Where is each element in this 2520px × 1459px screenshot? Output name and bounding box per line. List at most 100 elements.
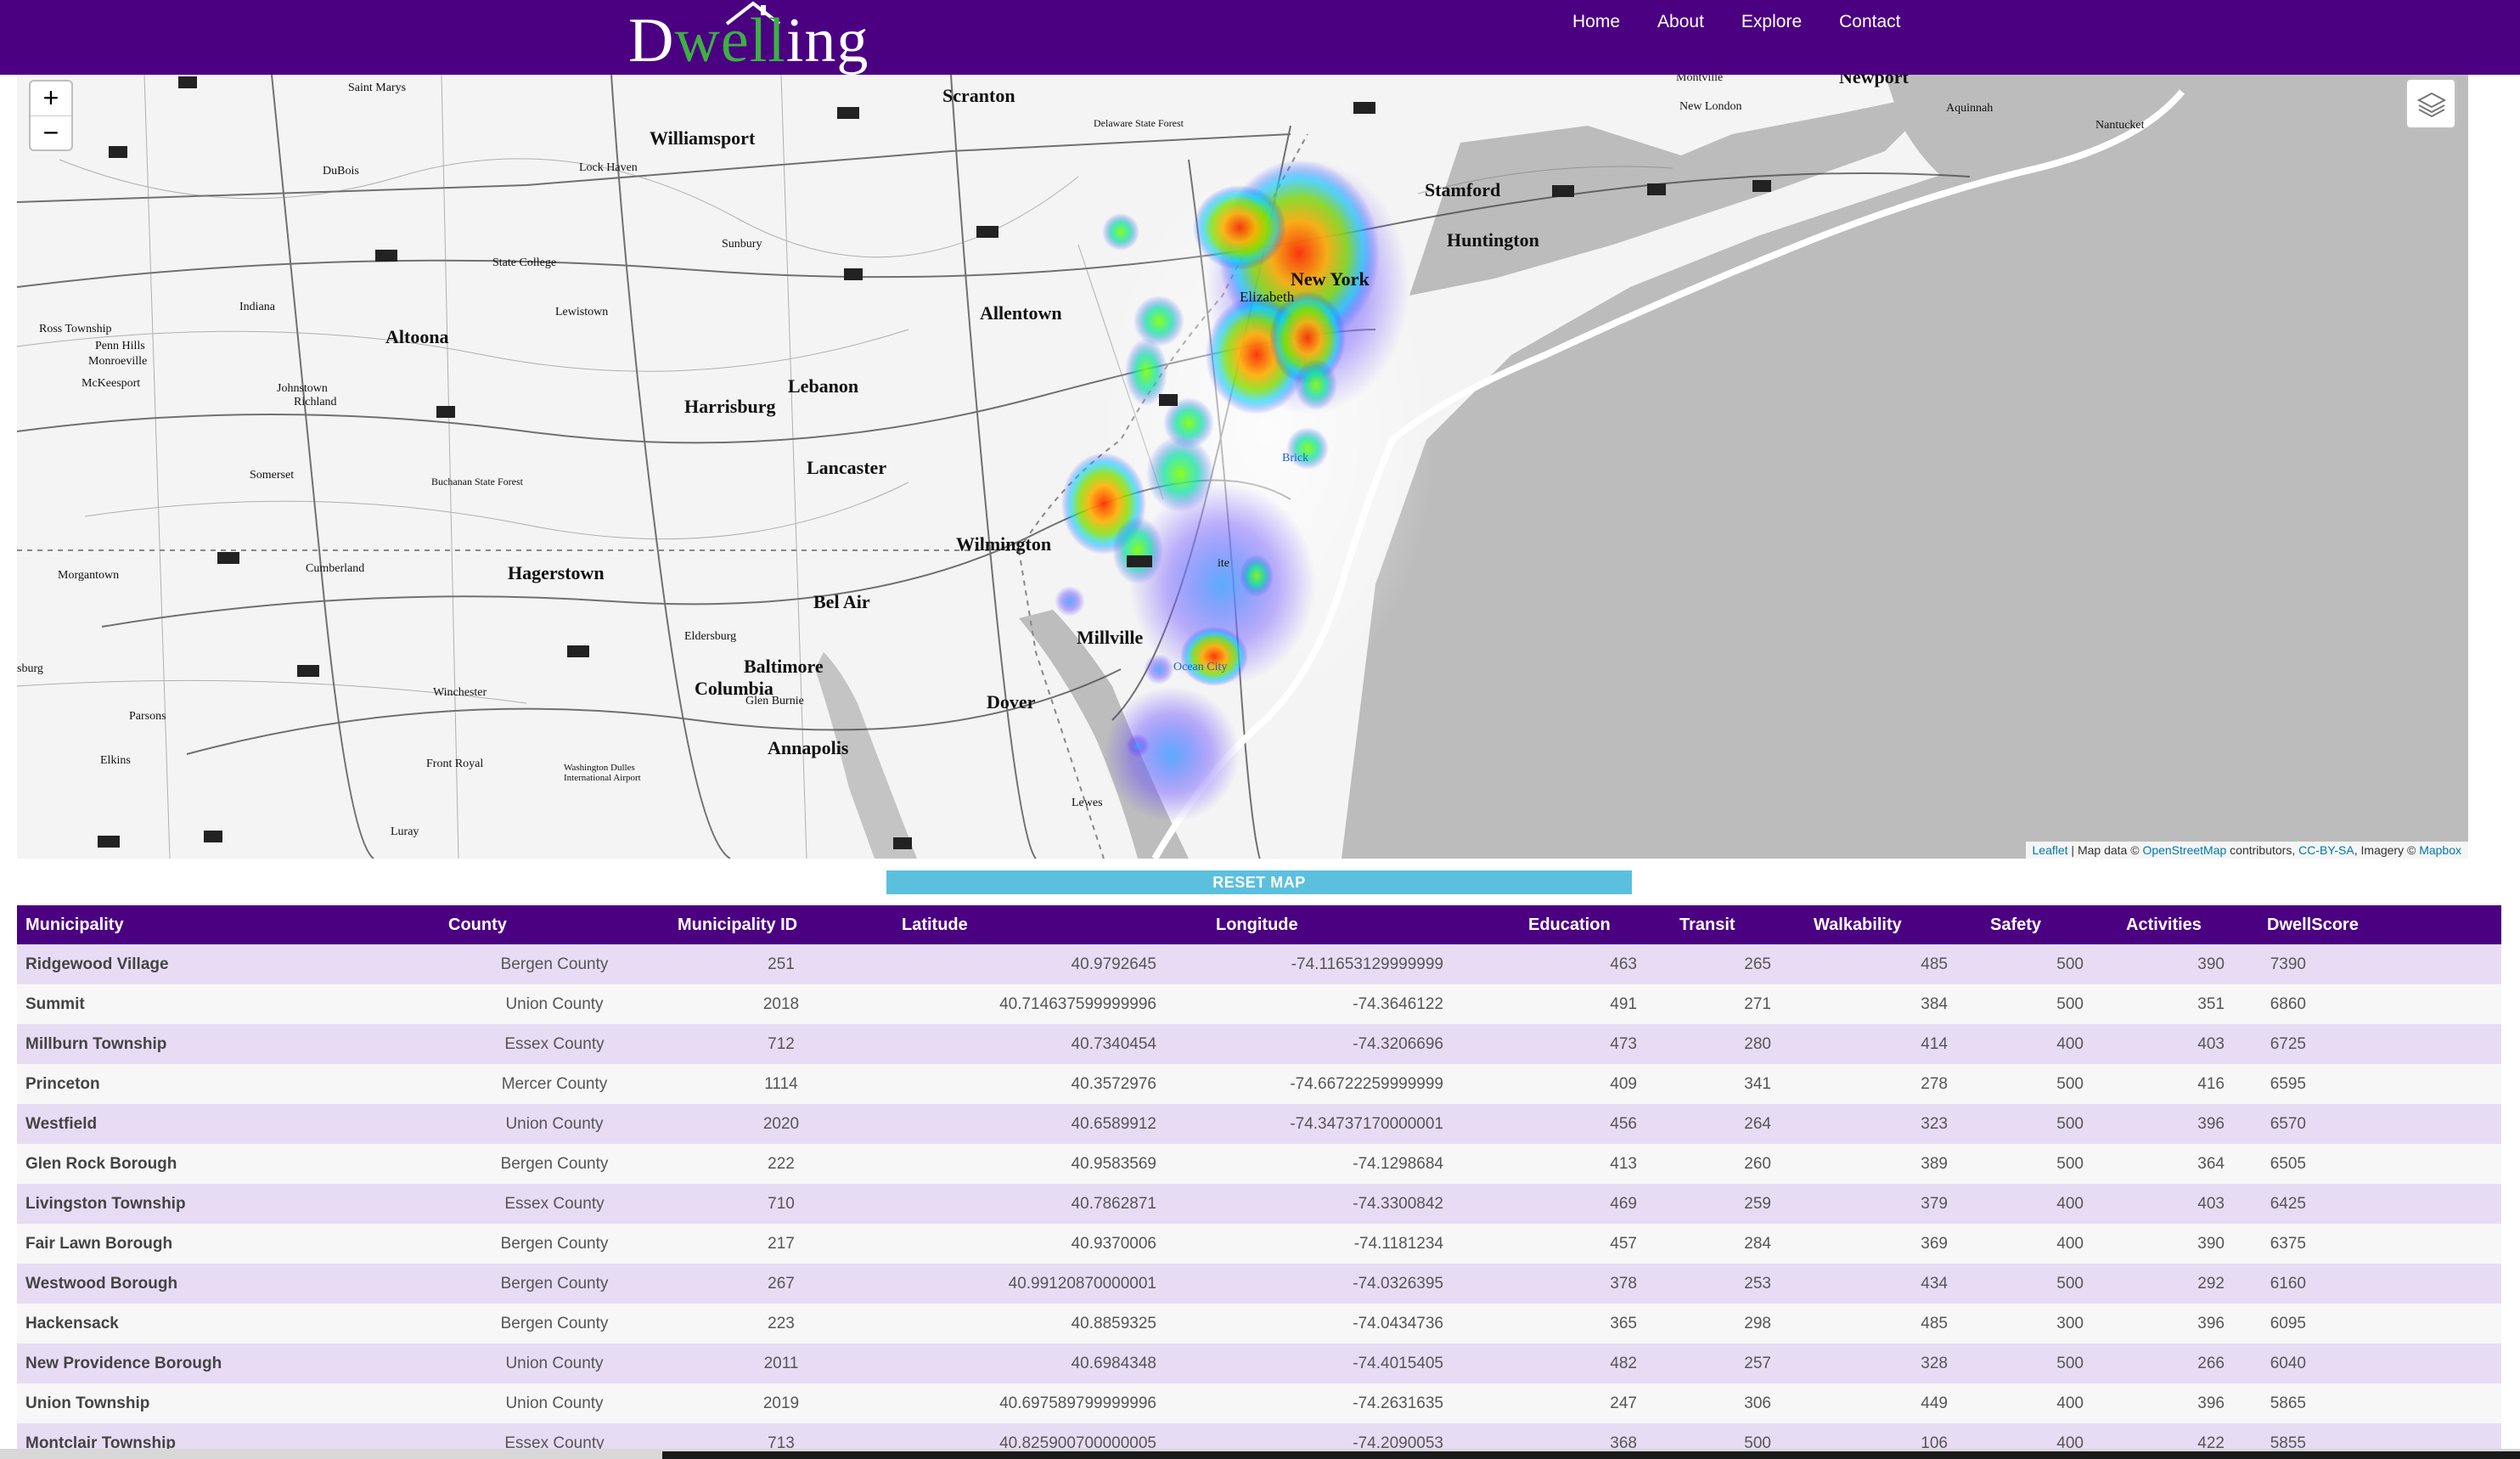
table-row[interactable]: Livingston Township Essex County 710 40.786… <box>17 1184 2501 1224</box>
table-cell: Bergen County <box>500 1314 609 1332</box>
table-cell: 106 <box>1921 1434 1948 1452</box>
table-cell: 40.6589912 <box>1071 1114 1156 1133</box>
scrollbar-thumb[interactable] <box>662 1451 2520 1459</box>
zoom-out-button[interactable]: − <box>31 115 71 149</box>
map-label: New London <box>1679 100 1742 113</box>
map[interactable]: Saint Marys Williamsport Lock Haven DuBo… <box>17 75 2468 859</box>
nav-home[interactable]: Home <box>1554 0 1639 48</box>
table-cell: Ridgewood Village <box>25 955 169 973</box>
table-cell: Union County <box>505 1114 604 1133</box>
zoom-in-button[interactable]: + <box>31 82 71 115</box>
column-header[interactable]: Municipality <box>17 905 440 944</box>
municipality-table: Municipality County Municipality ID Latitud… <box>17 905 2501 1452</box>
table-cell: 40.697589799999996 <box>999 1394 1156 1412</box>
table-cell: Union County <box>505 1394 604 1412</box>
table-cell: -74.3206696 <box>1353 1034 1443 1053</box>
table-cell: 6595 <box>2270 1074 2306 1093</box>
table-header-row: Municipality County Municipality ID Latitud… <box>17 905 2501 944</box>
table-cell: 491 <box>1610 994 1637 1013</box>
table-cell: 2020 <box>762 1114 800 1133</box>
table-cell: 328 <box>1921 1354 1948 1372</box>
table-row[interactable]: Summit Union County 2018 40.714637599999996… <box>17 984 2501 1024</box>
nav-explore[interactable]: Explore <box>1723 0 1820 48</box>
table-row[interactable]: Hackensack Bergen County 223 40.8859325 -74.… <box>17 1304 2501 1344</box>
map-label: Montville <box>1676 75 1724 84</box>
table-row[interactable]: New Providence Borough Union County 2011 40… <box>17 1344 2501 1383</box>
column-header[interactable]: Education <box>1520 905 1671 944</box>
table-row[interactable]: Westwood Borough Bergen County 267 40.99120… <box>17 1264 2501 1304</box>
table-row[interactable]: Fair Lawn Borough Bergen County 217 40.9370… <box>17 1224 2501 1264</box>
table-cell: Montclair Township <box>25 1434 176 1452</box>
table-cell: Essex County <box>504 1434 605 1452</box>
table-cell: -74.2631635 <box>1353 1394 1443 1412</box>
nav-links: Home About Explore Contact <box>1554 0 1920 48</box>
table-cell: 40.7862871 <box>1071 1194 1156 1213</box>
column-header[interactable]: County <box>440 905 669 944</box>
table-cell: 500 <box>2056 1114 2084 1133</box>
layers-icon <box>2417 92 2446 118</box>
table-cell: -74.1298684 <box>1353 1154 1443 1173</box>
table-cell: 403 <box>2197 1034 2225 1053</box>
table-cell: 364 <box>2197 1154 2225 1173</box>
table-cell: Glen Rock Borough <box>25 1154 177 1173</box>
table-cell: Union County <box>505 1354 604 1372</box>
table-row[interactable]: Princeton Mercer County 1114 40.3572976 -74.… <box>17 1064 2501 1104</box>
map-tiles <box>17 75 2468 859</box>
table-cell: 217 <box>768 1234 795 1253</box>
map-label: Parsons <box>129 710 166 723</box>
table-row[interactable]: Montclair Township Essex County 713 40.8259… <box>17 1423 2501 1452</box>
table-cell: 482 <box>1610 1354 1637 1372</box>
brand-logo[interactable]: Dwelling <box>628 0 868 75</box>
map-label: Dover <box>987 691 1036 713</box>
column-header[interactable]: Municipality ID <box>669 905 893 944</box>
reset-map-button[interactable]: RESET MAP <box>886 870 1632 894</box>
table-cell: 400 <box>2056 1034 2084 1053</box>
table-row[interactable]: Westfield Union County 2020 40.6589912 -74.3… <box>17 1104 2501 1144</box>
table-cell: 396 <box>2197 1114 2225 1133</box>
table-cell: Union County <box>505 994 604 1013</box>
leaflet-link[interactable]: Leaflet <box>2033 843 2068 857</box>
table-cell: 456 <box>1610 1114 1637 1133</box>
table-cell: Bergen County <box>500 1274 609 1293</box>
map-label: Scranton <box>942 85 1015 106</box>
column-header[interactable]: Walkability <box>1805 905 1982 944</box>
table-cell: 449 <box>1921 1394 1948 1412</box>
layers-button[interactable] <box>2405 78 2456 129</box>
map-label: Ocean City <box>1173 661 1228 673</box>
table-cell: 292 <box>2197 1274 2225 1293</box>
osm-link[interactable]: OpenStreetMap <box>2142 843 2226 857</box>
column-header[interactable]: Latitude <box>893 905 1207 944</box>
map-label: Aquinnah <box>1946 102 1994 115</box>
column-header[interactable]: DwellScore <box>2258 905 2501 944</box>
table-cell: 40.825900700000005 <box>999 1434 1156 1452</box>
map-label: Johnstown <box>277 382 328 395</box>
map-label: Lock Haven <box>579 161 638 174</box>
column-header[interactable]: Transit <box>1671 905 1805 944</box>
table-cell: 298 <box>1744 1314 1771 1332</box>
table-row[interactable]: Millburn Township Essex County 712 40.73404… <box>17 1024 2501 1064</box>
table-cell: 40.714637599999996 <box>999 994 1156 1013</box>
table-cell: 379 <box>1921 1194 1948 1213</box>
table-cell: -74.2090053 <box>1353 1434 1443 1452</box>
table-row[interactable]: Union Township Union County 2019 40.6975897… <box>17 1383 2501 1423</box>
nav-contact[interactable]: Contact <box>1820 0 1919 48</box>
table-row[interactable]: Ridgewood Village Bergen County 251 40.9792… <box>17 944 2501 984</box>
map-label: McKeesport <box>82 377 141 390</box>
table-cell: Summit <box>25 994 85 1013</box>
map-label: Elizabeth <box>1240 289 1295 305</box>
column-header[interactable]: Activities <box>2118 905 2258 944</box>
map-label: Richland <box>294 396 337 408</box>
table-cell: 40.6984348 <box>1071 1354 1156 1372</box>
mapbox-link[interactable]: Mapbox <box>2419 843 2461 857</box>
map-label: New York <box>1291 268 1370 290</box>
table-cell: 306 <box>1744 1394 1771 1412</box>
zoom-control: + − <box>29 80 73 151</box>
table-cell: -74.1181234 <box>1353 1234 1443 1253</box>
map-label: Penn Hills <box>95 340 145 352</box>
cc-link[interactable]: CC-BY-SA <box>2298 843 2354 857</box>
column-header[interactable]: Longitude <box>1207 905 1520 944</box>
column-header[interactable]: Safety <box>1982 905 2118 944</box>
table-cell: 710 <box>768 1194 795 1213</box>
nav-about[interactable]: About <box>1639 0 1723 48</box>
table-row[interactable]: Glen Rock Borough Bergen County 222 40.9583… <box>17 1144 2501 1184</box>
